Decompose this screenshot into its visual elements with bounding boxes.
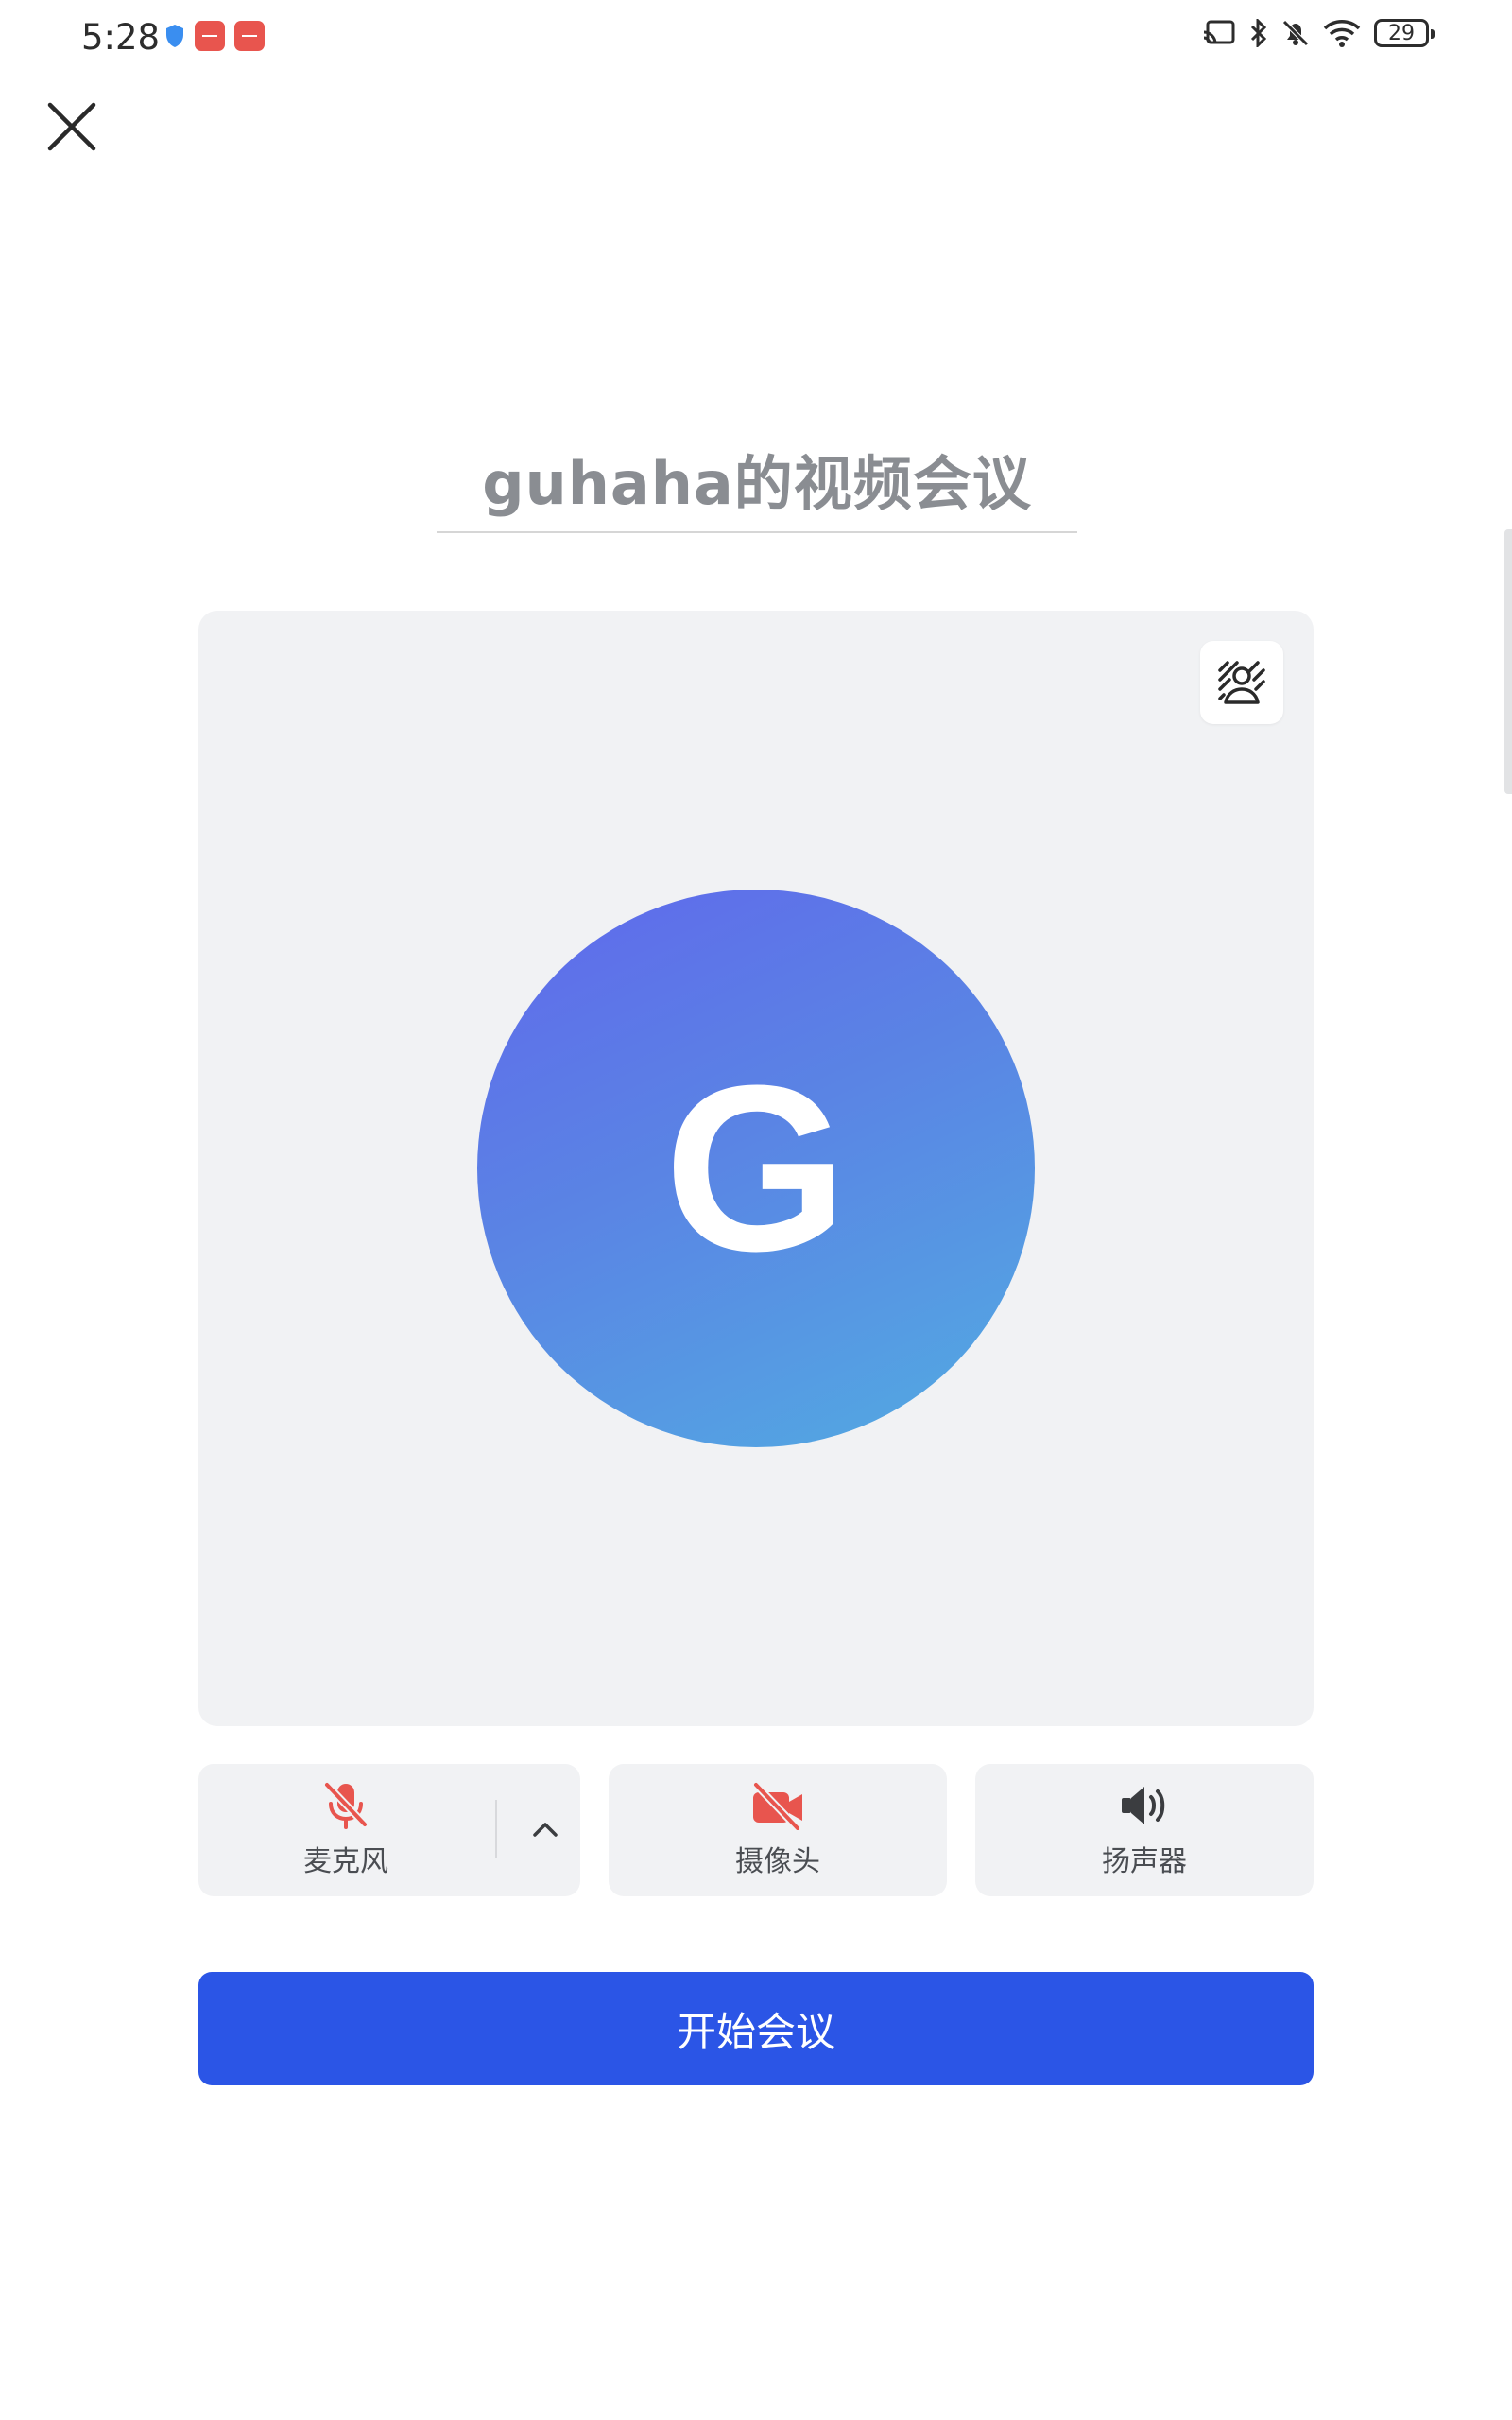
huawei-app-icon [234,21,265,51]
mute-bell-icon [1282,20,1309,46]
virtual-background-icon [1218,661,1265,704]
video-preview: G [198,611,1314,1726]
meeting-title: guhaha的视频会议 [482,449,1032,518]
speaker-icon [1122,1787,1165,1824]
virtual-background-button[interactable] [1200,641,1283,724]
wifi-icon [1323,20,1361,47]
close-icon [47,102,96,151]
camera-label: 摄像头 [735,1845,820,1878]
status-time: 5:28 [81,17,161,58]
status-left-icons [164,21,265,51]
security-shield-icon [166,25,183,47]
chevron-up-icon [533,1823,558,1837]
microphone-label: 麦克风 [303,1845,388,1878]
status-right-icons: 29 [1202,19,1435,47]
start-meeting-button[interactable]: 开始会议 [198,1972,1314,2085]
camera-off-icon [753,1782,802,1830]
user-avatar: G [477,890,1035,1447]
edge-scroll-handle[interactable] [1504,529,1512,794]
huawei-app-icon [195,21,225,51]
close-button[interactable] [45,100,98,153]
meeting-setup-screen: 5:28 29 guhaha的视频会议 G 麦克风 摄像头 扬声器 开始会议 [0,0,1512,2420]
speaker-label: 扬声器 [1102,1845,1187,1878]
microphone-options-button[interactable] [510,1800,580,1858]
microphone-control: 麦克风 [198,1764,580,1896]
battery-icon: 29 [1374,19,1435,47]
avatar-letter: G [663,1036,849,1300]
camera-toggle-button[interactable]: 摄像头 [609,1764,947,1896]
mic-off-icon [324,1782,368,1829]
meeting-title-field[interactable]: guhaha的视频会议 [437,425,1077,533]
speaker-toggle-button[interactable]: 扬声器 [975,1764,1314,1896]
bluetooth-icon [1250,19,1267,47]
microphone-toggle-button[interactable]: 麦克风 [280,1781,412,1879]
screen-cast-icon [1203,20,1235,44]
mic-divider [495,1800,497,1858]
